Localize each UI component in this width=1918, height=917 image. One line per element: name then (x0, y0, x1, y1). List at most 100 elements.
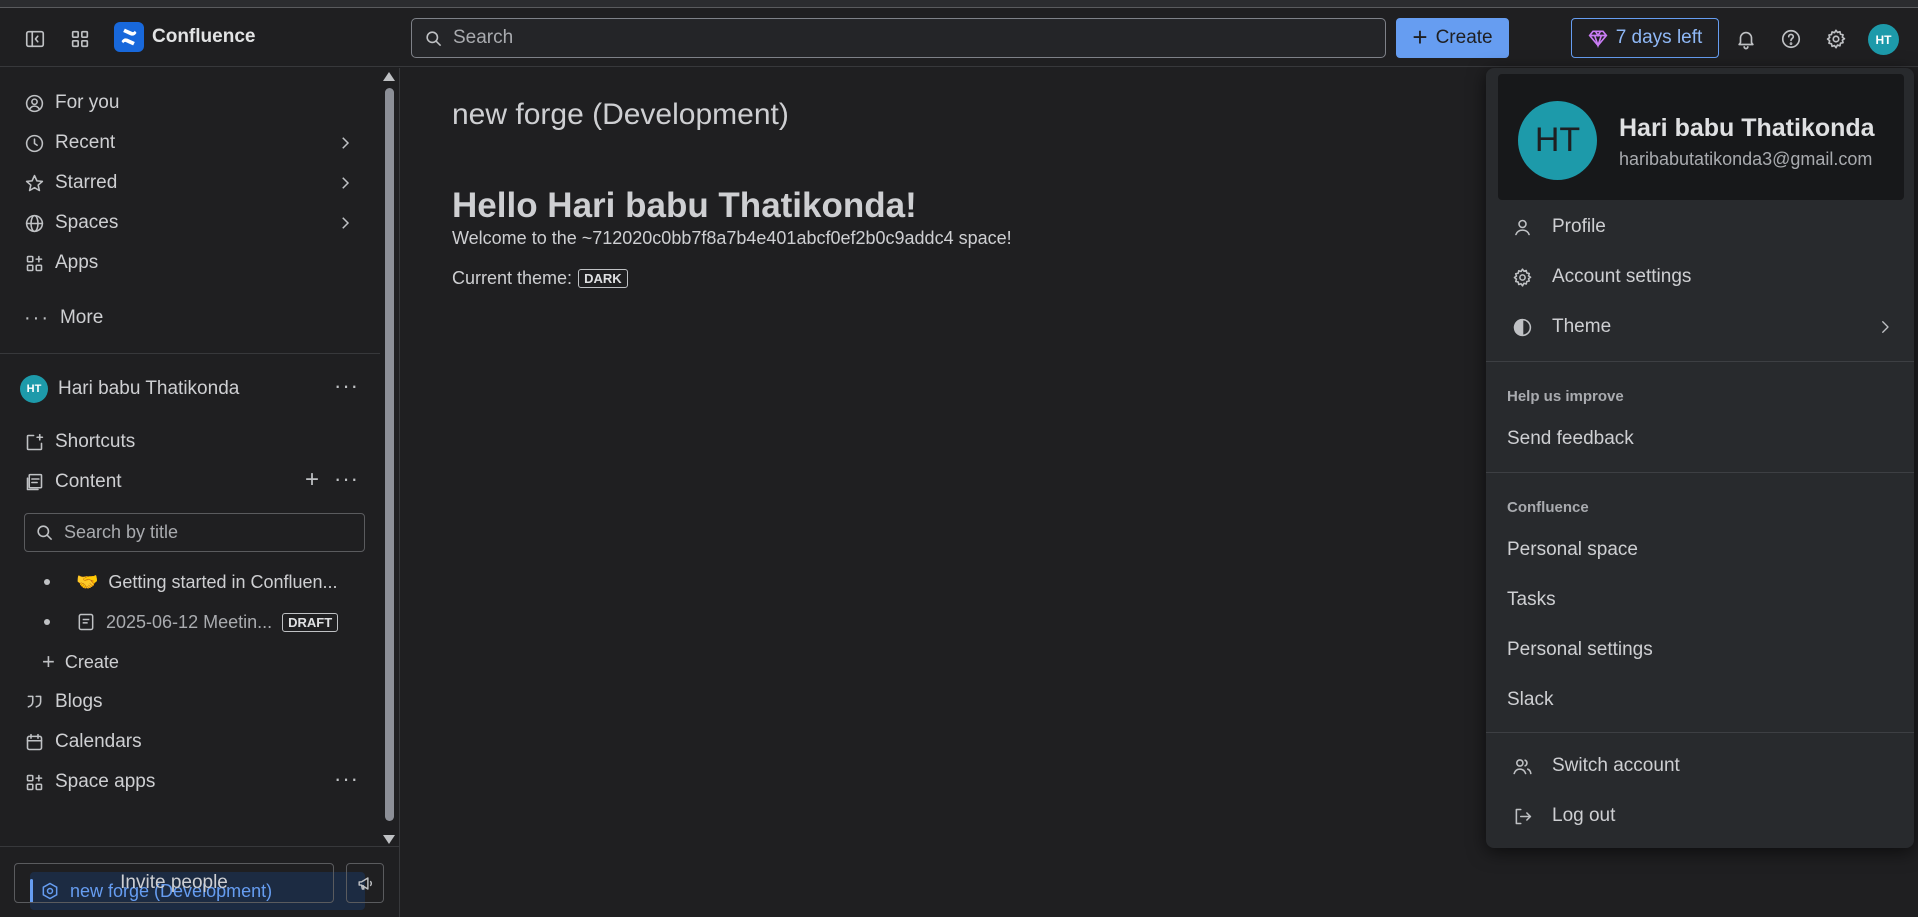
menu-item-label: Profile (1552, 216, 1606, 237)
draft-badge: DRAFT (282, 612, 339, 632)
diamond-icon (1588, 30, 1608, 48)
sidebar-item-label: Calendars (55, 731, 142, 752)
sidebar-item-more[interactable]: ··· More (24, 301, 103, 335)
profile-card: HT Hari babu Thatikonda haribabutatikond… (1498, 74, 1904, 200)
create-button-label: Create (1435, 27, 1493, 48)
plus-icon: + (1412, 21, 1428, 52)
chevron-right-icon[interactable] (336, 134, 356, 154)
sidebar-item-label: Content (55, 471, 122, 492)
global-search[interactable] (411, 18, 1386, 58)
theme-label: Current theme: (452, 268, 573, 288)
menu-item-label: Theme (1552, 316, 1612, 337)
app-switcher-icon[interactable] (67, 26, 93, 52)
sidebar-scrollbar[interactable] (381, 68, 398, 848)
page-tree-item[interactable]: 🤝 Getting started in Confluen... (44, 566, 338, 598)
theme-contrast-icon (1513, 318, 1532, 336)
user-avatar[interactable]: HT (1868, 24, 1899, 55)
menu-item-log-out[interactable]: Log out (1486, 794, 1914, 838)
sidebar-item-blogs[interactable]: Blogs (24, 685, 103, 719)
sidebar-item-label: Starred (55, 172, 118, 193)
create-page-label: Create (64, 651, 119, 672)
sidebar-item-label: Shortcuts (55, 431, 136, 452)
chevron-right-icon[interactable] (336, 214, 356, 234)
sidebar-item-for-you[interactable]: For you (24, 86, 119, 120)
sidebar-item-label: Spaces (55, 212, 119, 233)
settings-gear-icon[interactable] (1823, 26, 1849, 52)
menu-item-send-feedback[interactable]: Send feedback (1486, 417, 1914, 461)
brand-name[interactable]: Confluence (152, 26, 255, 48)
star-icon (25, 174, 44, 191)
trial-button[interactable]: 7 days left (1571, 18, 1719, 58)
sidebar-item-label: More (59, 307, 104, 328)
notifications-bell-icon[interactable] (1733, 26, 1759, 52)
space-apps-more-dots-icon[interactable]: ··· (334, 766, 359, 792)
sidebar-item-recent[interactable]: Recent (24, 126, 115, 160)
trial-label: 7 days left (1615, 27, 1703, 48)
confluence-logo-icon[interactable] (114, 22, 144, 52)
menu-item-profile[interactable]: Profile (1486, 205, 1914, 249)
scroll-up-arrow-icon[interactable] (383, 72, 395, 81)
scroll-down-arrow-icon[interactable] (383, 835, 395, 844)
menu-item-personal-space[interactable]: Personal space (1486, 528, 1914, 572)
help-icon[interactable] (1778, 26, 1804, 52)
help-section-heading: Help us improve (1507, 388, 1624, 405)
plus-icon: + (42, 649, 55, 674)
space-name: Hari babu Thatikonda (58, 378, 240, 399)
gear-icon (1513, 267, 1532, 287)
sidebar-item-apps[interactable]: Apps (24, 246, 98, 280)
space-header[interactable]: HT Hari babu Thatikonda (20, 372, 239, 406)
theme-badge: DARK (578, 269, 628, 288)
menu-item-label: Send feedback (1507, 428, 1634, 449)
space-more-dots-icon[interactable]: ··· (334, 373, 359, 399)
menu-item-personal-settings[interactable]: Personal settings (1486, 628, 1914, 672)
menu-item-label: Log out (1552, 805, 1616, 826)
invite-people-button[interactable]: Invite people (14, 863, 334, 903)
page-title: 2025-06-12 Meetin... (106, 611, 273, 632)
sidebar-item-label: Space apps (55, 771, 156, 792)
menu-item-account-settings[interactable]: Account settings (1486, 255, 1914, 299)
space-avatar: HT (20, 375, 48, 403)
sidebar-item-spaces[interactable]: Spaces (24, 206, 118, 240)
sidebar-item-calendars[interactable]: Calendars (24, 725, 142, 759)
sidebar-toggle-icon[interactable] (22, 26, 48, 52)
menu-item-tasks[interactable]: Tasks (1486, 578, 1914, 622)
menu-divider (1486, 361, 1914, 362)
globe-icon (25, 214, 44, 232)
feedback-megaphone-button[interactable] (346, 863, 384, 903)
sidebar-item-label: Blogs (55, 691, 103, 712)
tree-bullet (44, 619, 50, 625)
sidebar-item-starred[interactable]: Starred (24, 166, 117, 200)
search-icon (37, 525, 53, 541)
search-by-title-input[interactable] (54, 522, 364, 543)
megaphone-icon (357, 876, 372, 890)
search-icon (426, 30, 442, 46)
page-tree-item[interactable]: 2025-06-12 Meetin... DRAFT (44, 606, 339, 638)
create-button[interactable]: + Create (1396, 18, 1509, 58)
chevron-right-icon[interactable] (336, 174, 356, 194)
person-icon (1515, 219, 1530, 235)
apps-icon (26, 255, 43, 271)
menu-item-slack[interactable]: Slack (1486, 678, 1914, 722)
add-content-plus-icon[interactable]: + (305, 466, 319, 494)
sidebar-footer: Invite people (0, 846, 399, 917)
page-title: Getting started in Confluen... (108, 571, 338, 592)
sidebar: For you Recent Starred Spaces Apps ··· M… (0, 68, 400, 917)
menu-item-switch-account[interactable]: Switch account (1486, 744, 1914, 788)
profile-avatar: HT (1518, 101, 1597, 180)
greeting-heading: Hello Hari babu Thatikonda! (452, 186, 917, 225)
create-page-item[interactable]: + Create (42, 646, 119, 678)
search-input[interactable] (443, 19, 1385, 57)
handshake-emoji-icon: 🤝 (76, 571, 99, 592)
account-menu: HT Hari babu Thatikonda haribabutatikond… (1486, 68, 1914, 848)
search-by-title[interactable] (24, 513, 365, 552)
content-more-dots-icon[interactable]: ··· (334, 466, 359, 492)
sidebar-item-content[interactable]: Content (24, 465, 122, 499)
menu-item-label: Personal space (1507, 539, 1638, 560)
clock-icon (25, 134, 44, 152)
menu-item-label: Personal settings (1507, 639, 1653, 660)
menu-item-label: Slack (1507, 689, 1554, 710)
scrollbar-thumb[interactable] (385, 88, 394, 821)
sidebar-item-shortcuts[interactable]: Shortcuts (24, 425, 135, 459)
sidebar-item-space-apps[interactable]: Space apps (24, 765, 155, 799)
menu-item-theme[interactable]: Theme (1486, 305, 1914, 349)
